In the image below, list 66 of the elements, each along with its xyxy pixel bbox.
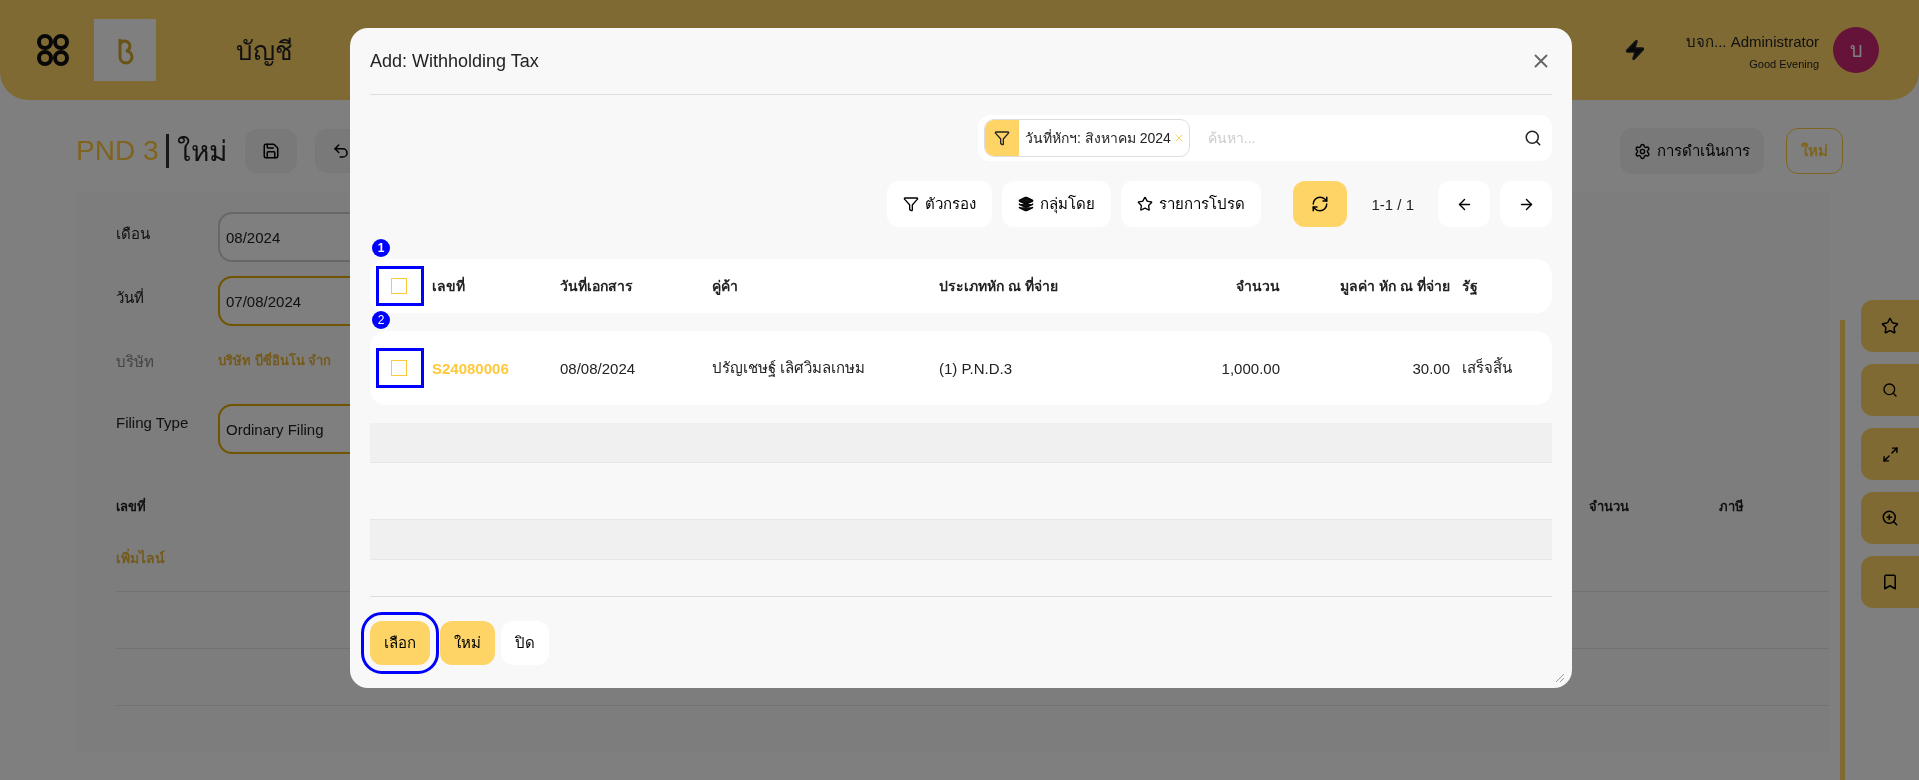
next-button[interactable] [1500, 181, 1552, 227]
table-cell-text: 08/08/2024 [559, 359, 637, 377]
table-cell-text: เสร็จสิ้น [1461, 356, 1513, 378]
search-icon [1882, 382, 1898, 398]
marker: 1 [372, 239, 390, 257]
group-by-button[interactable]: กลุ่มโดย [1002, 181, 1112, 227]
field-label: บริษัท [116, 352, 155, 372]
table-cell-text: 1,000.00 [1220, 359, 1281, 377]
save-button[interactable] [245, 129, 298, 173]
document-type: PND 3 [76, 135, 159, 167]
column-header[interactable]: คู่ค้า [708, 275, 935, 297]
filter-chip[interactable]: วันที่หักฯ: สิงหาคม 2024 [984, 119, 1190, 157]
filter-icon [903, 196, 920, 212]
primary-button[interactable]: ใหม่ [440, 620, 495, 665]
layers-icon [1018, 196, 1035, 212]
star-icon [1137, 196, 1154, 212]
logo[interactable] [94, 19, 156, 81]
zoom-in-icon [1881, 509, 1899, 527]
resize-handle[interactable] [1556, 674, 1564, 682]
column-header[interactable]: ประเภทหัก ณ ที่จ่าย [935, 275, 1133, 297]
apps-icon[interactable] [36, 33, 70, 67]
user-name: บจก... Administrator [1685, 32, 1819, 52]
gear-icon [1634, 142, 1651, 160]
expand-icon [1881, 445, 1899, 463]
column-header[interactable]: รัฐ [1458, 275, 1552, 297]
refresh-button[interactable] [1293, 181, 1348, 227]
document-status: ใหม่ [177, 135, 228, 169]
close-dialog-button[interactable]: ปิด [501, 620, 549, 665]
table-cell-text: 30.00 [1411, 359, 1451, 377]
bookmark-icon [1881, 573, 1899, 591]
refresh-icon [1311, 195, 1330, 213]
column-header[interactable]: วันที่เอกสาร [556, 275, 708, 297]
module-title[interactable]: บัญชี [236, 29, 293, 71]
field-label: เดือน [116, 224, 151, 244]
undo-icon [332, 142, 351, 160]
previous-button[interactable] [1438, 181, 1490, 227]
dialog-title: Add: Withholding Tax [370, 50, 539, 72]
table-cell-text: ปรัญเชษฐ์ เลิศวิมลเกษม [711, 358, 867, 379]
scrollbar[interactable] [1840, 320, 1845, 780]
checkbox[interactable] [391, 278, 407, 294]
column-header[interactable]: จำนวน [1133, 275, 1288, 297]
star-icon [1881, 317, 1899, 335]
favorite-button[interactable] [1861, 300, 1919, 352]
field-label: Filing Type [116, 413, 190, 431]
favorites-button[interactable]: รายการโปรด [1121, 181, 1262, 227]
table-cell-text: (1) P.N.D.3 [938, 359, 1014, 377]
column-header[interactable]: เลขที่ [428, 275, 556, 297]
column-header: เลขที่ [116, 496, 147, 516]
expand-button[interactable] [1861, 428, 1919, 480]
field-label: วันที่ [116, 287, 145, 308]
greeting: Good Evening [1749, 58, 1819, 70]
save-icon [262, 142, 281, 160]
search-icon[interactable] [1524, 129, 1542, 147]
zoom-in-button[interactable] [1861, 492, 1919, 544]
column-header[interactable]: มูลค่า หัก ณ ที่จ่าย [1288, 275, 1458, 297]
lightning-icon[interactable] [1623, 39, 1646, 61]
search-button[interactable] [1861, 364, 1919, 416]
bookmark-button[interactable] [1861, 556, 1919, 608]
checkbox[interactable] [391, 360, 407, 376]
pager: 1-1 / 1 [1371, 195, 1414, 213]
column-header: จำนวน [1589, 498, 1630, 516]
filter-icon [994, 130, 1010, 146]
column-header: ภาษี [1719, 498, 1745, 516]
filter-button[interactable]: ตัวกรอง [887, 181, 993, 227]
marker: 2 [372, 311, 390, 329]
actions-button[interactable]: การดำเนินการ [1620, 128, 1764, 174]
